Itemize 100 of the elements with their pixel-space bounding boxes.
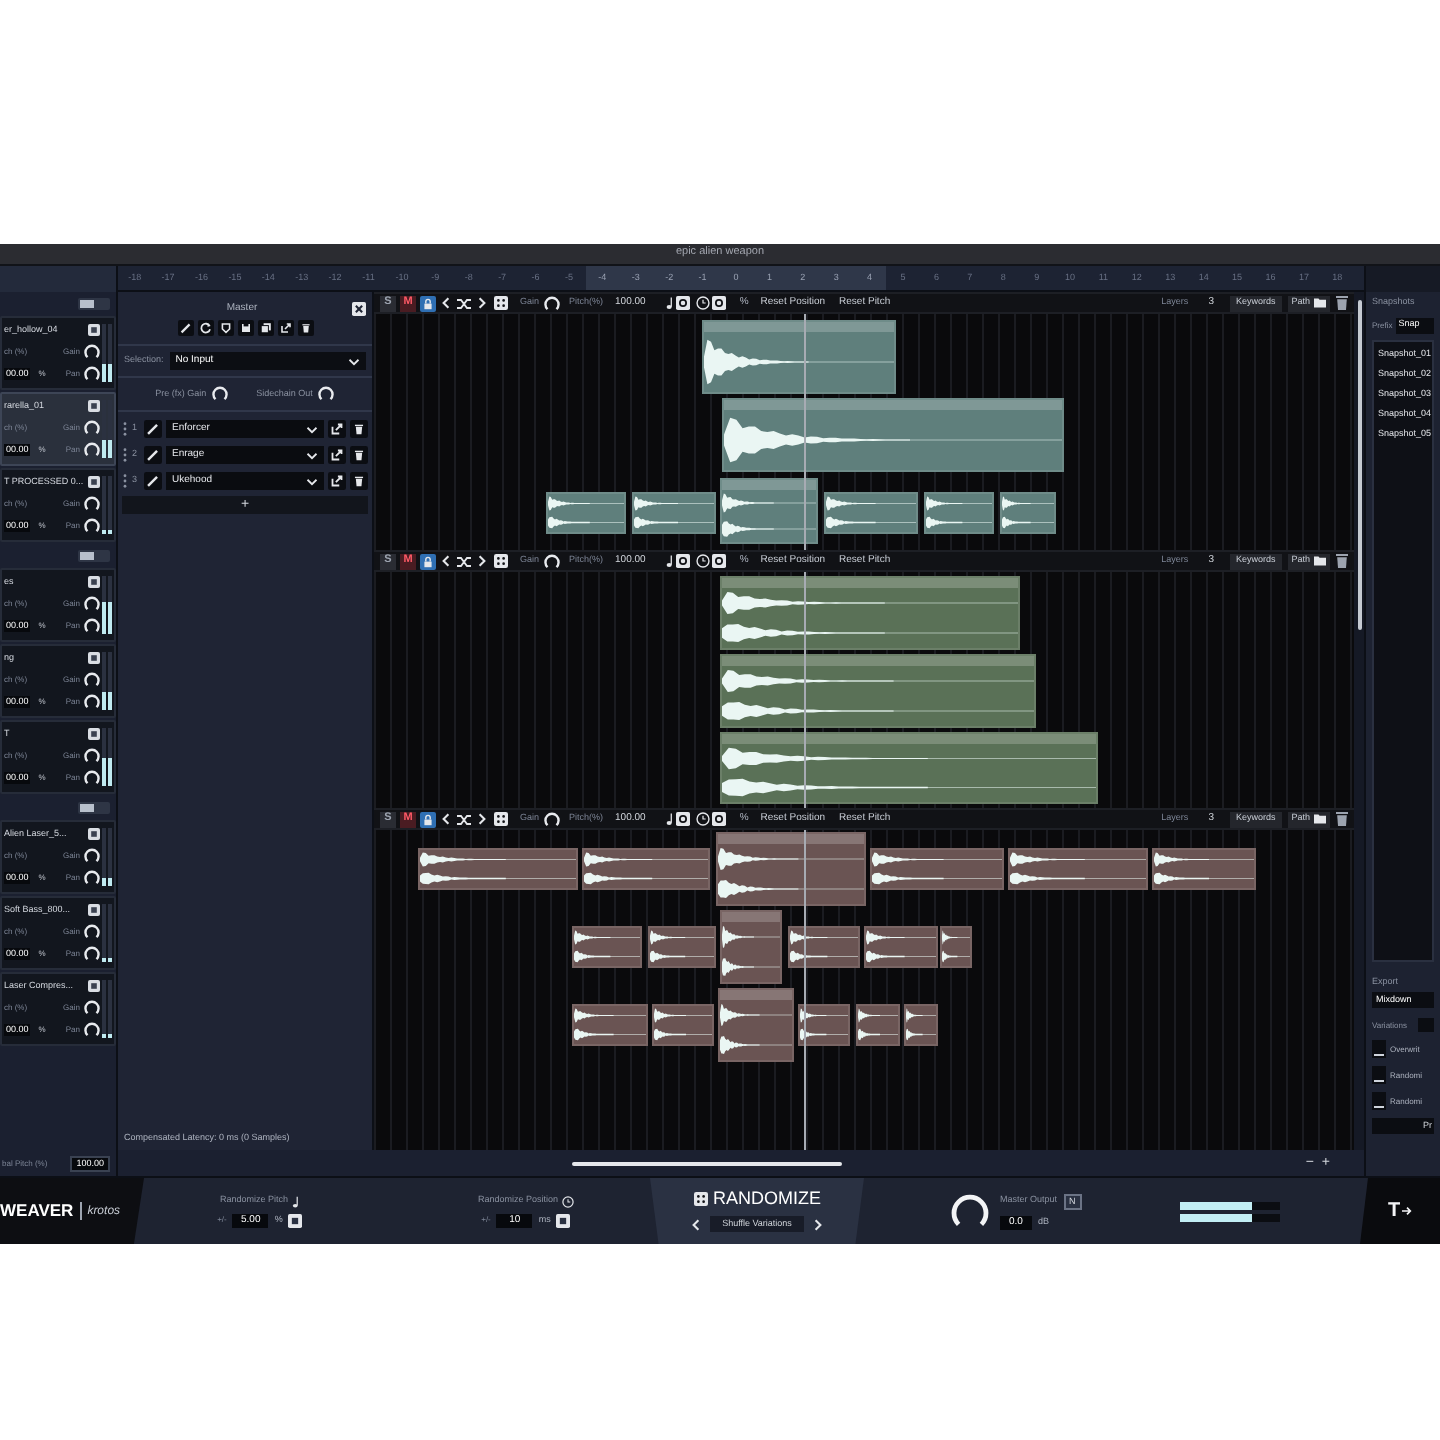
audio-clip[interactable] xyxy=(798,1004,850,1046)
ring-icon[interactable] xyxy=(711,296,726,310)
ring-icon[interactable] xyxy=(675,296,690,310)
audio-clip[interactable] xyxy=(870,848,1004,890)
export-icon[interactable] xyxy=(328,472,346,490)
checkbox-icon[interactable] xyxy=(88,728,100,740)
variations-field[interactable] xyxy=(1418,1018,1434,1032)
gain-knob[interactable] xyxy=(543,811,560,827)
ring-icon[interactable] xyxy=(711,554,726,568)
ring-icon[interactable] xyxy=(711,812,726,826)
lock-icon[interactable] xyxy=(420,295,436,311)
shuffle-icon[interactable] xyxy=(456,295,472,311)
audio-clip[interactable] xyxy=(940,926,972,968)
checkbox-icon[interactable] xyxy=(88,576,100,588)
audio-clip[interactable] xyxy=(720,654,1036,728)
master-knob[interactable] xyxy=(950,1191,990,1231)
pan-knob[interactable] xyxy=(84,366,100,382)
ring-icon[interactable] xyxy=(675,812,690,826)
send-knob[interactable] xyxy=(318,386,335,402)
trash-icon[interactable] xyxy=(350,472,368,490)
audio-clip[interactable] xyxy=(572,1004,648,1046)
trash-icon[interactable] xyxy=(1336,554,1348,568)
audio-clip[interactable] xyxy=(722,398,1064,472)
audio-clip[interactable] xyxy=(1000,492,1056,534)
drag-handle-icon[interactable] xyxy=(122,422,128,436)
pencil-icon[interactable] xyxy=(144,472,162,490)
toggle-icon[interactable] xyxy=(78,802,110,814)
audio-clip[interactable] xyxy=(720,478,818,544)
audio-clip[interactable] xyxy=(582,848,710,890)
pan-knob[interactable] xyxy=(84,442,100,458)
gain-knob[interactable] xyxy=(84,747,100,763)
pan-knob[interactable] xyxy=(84,946,100,962)
audio-clip[interactable] xyxy=(720,576,1020,650)
checkbox-icon[interactable] xyxy=(88,652,100,664)
trash-icon[interactable] xyxy=(350,420,368,438)
shuffle-icon[interactable] xyxy=(456,553,472,569)
audio-clip[interactable] xyxy=(648,926,716,968)
pan-knob[interactable] xyxy=(84,518,100,534)
audio-clip[interactable] xyxy=(716,832,866,906)
checkbox[interactable] xyxy=(556,1213,571,1227)
checkbox-icon[interactable] xyxy=(88,828,100,840)
export-icon[interactable] xyxy=(328,446,346,464)
copy-icon[interactable] xyxy=(257,320,273,336)
audio-clip[interactable] xyxy=(856,1004,900,1046)
gain-knob[interactable] xyxy=(543,553,560,569)
audio-clip[interactable] xyxy=(720,910,782,984)
pencil-icon[interactable] xyxy=(177,320,193,336)
ring-icon[interactable] xyxy=(675,554,690,568)
audio-clip[interactable] xyxy=(702,320,896,394)
checkbox[interactable] xyxy=(1372,1040,1386,1058)
chevron-left-icon[interactable] xyxy=(442,296,450,310)
chevron-left-icon[interactable] xyxy=(442,554,450,568)
pencil-icon[interactable] xyxy=(144,446,162,464)
toggle-icon[interactable] xyxy=(78,550,110,562)
audio-clip[interactable] xyxy=(572,926,642,968)
export-icon[interactable] xyxy=(328,420,346,438)
audio-clip[interactable] xyxy=(864,926,938,968)
gain-knob[interactable] xyxy=(84,671,100,687)
gain-knob[interactable] xyxy=(84,595,100,611)
checkbox-icon[interactable] xyxy=(88,324,100,336)
checkbox[interactable] xyxy=(1372,1092,1386,1110)
trash-icon[interactable] xyxy=(350,446,368,464)
shield-icon[interactable] xyxy=(217,320,233,336)
chevron-right-icon[interactable] xyxy=(478,554,486,568)
audio-clip[interactable] xyxy=(1008,848,1148,890)
dice-icon[interactable] xyxy=(494,296,508,310)
chevron-left-icon[interactable] xyxy=(692,1217,701,1231)
audio-clip[interactable] xyxy=(652,1004,714,1046)
trash-icon[interactable] xyxy=(1336,812,1348,826)
checkbox-icon[interactable] xyxy=(88,400,100,412)
pan-knob[interactable] xyxy=(84,770,100,786)
audio-clip[interactable] xyxy=(632,492,716,534)
pencil-icon[interactable] xyxy=(144,420,162,438)
checkbox[interactable] xyxy=(288,1213,303,1227)
chevron-right-icon[interactable] xyxy=(478,296,486,310)
audio-clip[interactable] xyxy=(1152,848,1256,890)
toggle-icon[interactable] xyxy=(78,298,110,310)
gain-knob[interactable] xyxy=(84,495,100,511)
lock-icon[interactable] xyxy=(420,811,436,827)
gain-knob[interactable] xyxy=(84,847,100,863)
audio-clip[interactable] xyxy=(718,988,794,1062)
dice-icon[interactable] xyxy=(494,554,508,568)
refresh-icon[interactable] xyxy=(197,320,213,336)
checkbox-icon[interactable] xyxy=(88,476,100,488)
shuffle-icon[interactable] xyxy=(456,811,472,827)
scrollbar-thumb[interactable] xyxy=(1357,300,1361,630)
gain-knob[interactable] xyxy=(84,343,100,359)
scrollbar-thumb[interactable] xyxy=(572,1161,842,1165)
checkbox-icon[interactable] xyxy=(88,980,100,992)
chevron-right-icon[interactable] xyxy=(813,1217,822,1231)
randomize-button[interactable]: RANDOMIZE xyxy=(693,1190,821,1208)
trash-icon[interactable] xyxy=(297,320,313,336)
pan-knob[interactable] xyxy=(84,694,100,710)
gain-knob[interactable] xyxy=(84,923,100,939)
checkbox-icon[interactable] xyxy=(88,904,100,916)
audio-clip[interactable] xyxy=(924,492,994,534)
close-icon[interactable] xyxy=(352,302,366,316)
gain-knob[interactable] xyxy=(84,999,100,1015)
drag-handle-icon[interactable] xyxy=(122,448,128,462)
chevron-right-icon[interactable] xyxy=(478,812,486,826)
